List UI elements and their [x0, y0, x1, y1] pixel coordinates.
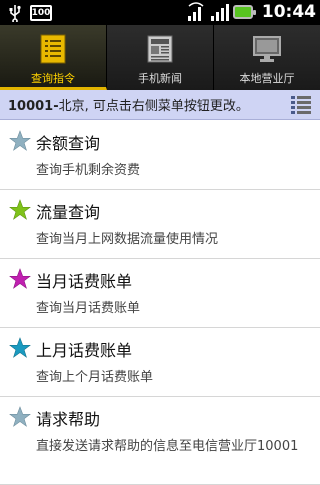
list-item-title: 上月话费账单 [36, 341, 133, 360]
wifi-icon [187, 2, 205, 22]
battery-level-badge: 100 [30, 5, 52, 21]
battery-icon [232, 5, 256, 19]
list-item-desc: 查询当月上网数据流量使用情况 [36, 232, 219, 247]
tab-mobile-news[interactable]: 手机新闻 [107, 25, 214, 90]
status-bar: 100 10:44 [0, 0, 320, 25]
location-info-text: 10001-北京, 可点击右侧菜单按钮更改。 [0, 95, 288, 114]
star-icon [9, 268, 31, 289]
tab-label: 本地营业厅 [239, 72, 295, 85]
list-item-title: 请求帮助 [36, 410, 101, 429]
command-list: 余额查询 查询手机剩余资费 流量查询 查询当月上网数据流量使用情况 当月话费账单… [0, 121, 320, 485]
list-item-last-month-bill[interactable]: 上月话费账单 查询上个月话费账单 [0, 328, 320, 397]
tab-query-commands[interactable]: 查询指令 [0, 25, 107, 90]
list-icon [40, 34, 66, 64]
list-item-desc: 查询当月话费账单 [36, 301, 141, 316]
location-info-bar: 10001-北京, 可点击右侧菜单按钮更改。 [0, 90, 320, 120]
location-hint: 北京, 可点击右侧菜单按钮更改。 [58, 99, 249, 114]
star-icon [9, 130, 31, 151]
tab-local-office[interactable]: 本地营业厅 [214, 25, 320, 90]
tab-label: 手机新闻 [138, 72, 182, 85]
monitor-icon [253, 36, 281, 62]
star-icon [9, 406, 31, 427]
clock: 10:44 [261, 2, 316, 22]
menu-list-icon[interactable] [288, 92, 314, 118]
list-item-balance-query[interactable]: 余额查询 查询手机剩余资费 [0, 121, 320, 190]
usb-icon [6, 3, 24, 23]
tab-label: 查询指令 [31, 72, 75, 85]
newspaper-icon [147, 35, 173, 63]
list-item-title: 流量查询 [36, 203, 101, 222]
star-icon [9, 337, 31, 358]
service-code: 10001- [8, 99, 59, 114]
list-item-data-query[interactable]: 流量查询 查询当月上网数据流量使用情况 [0, 190, 320, 259]
signal-icon [210, 2, 229, 22]
list-item-request-help[interactable]: 请求帮助 直接发送请求帮助的信息至电信营业厅10001 [0, 397, 320, 485]
list-item-current-bill[interactable]: 当月话费账单 查询当月话费账单 [0, 259, 320, 328]
star-icon [9, 199, 31, 220]
list-item-desc: 直接发送请求帮助的信息至电信营业厅10001 [36, 439, 299, 454]
list-item-title: 当月话费账单 [36, 272, 133, 291]
list-item-desc: 查询上个月话费账单 [36, 370, 154, 385]
tab-bar: 查询指令 手机新闻 本地营业厅 [0, 25, 320, 90]
list-item-title: 余额查询 [36, 134, 101, 153]
list-item-desc: 查询手机剩余资费 [36, 163, 141, 178]
